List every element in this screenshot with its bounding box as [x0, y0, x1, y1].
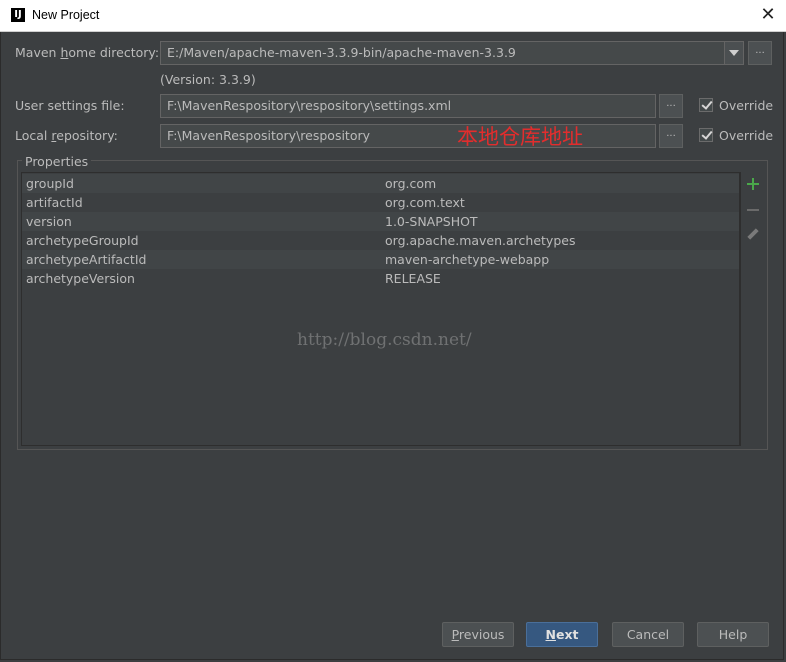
chevron-down-icon[interactable] — [724, 42, 743, 64]
maven-home-browse-button[interactable]: ... — [748, 41, 772, 65]
intellij-app-icon: IJ — [11, 8, 25, 22]
maven-version-text: (Version: 3.3.9) — [160, 72, 256, 87]
window-title: New Project — [32, 8, 100, 22]
property-key: artifactId — [26, 195, 83, 210]
property-key: version — [26, 214, 72, 229]
remove-icon[interactable] — [747, 209, 759, 211]
property-key: archetypeGroupId — [26, 233, 139, 248]
local-repository-label: Local repository: — [15, 128, 118, 143]
property-value: org.apache.maven.archetypes — [385, 233, 576, 248]
table-row[interactable]: version 1.0-SNAPSHOT — [22, 212, 739, 231]
property-value: org.com.text — [385, 195, 465, 210]
table-row[interactable]: groupId org.com — [22, 174, 739, 193]
close-icon[interactable]: ✕ — [760, 6, 776, 24]
property-value: 1.0-SNAPSHOT — [385, 214, 478, 229]
local-repository-value: F:\MavenRespository\respository — [167, 128, 371, 143]
property-key: archetypeArtifactId — [26, 252, 147, 267]
property-value: org.com — [385, 176, 437, 191]
previous-button[interactable]: Previous — [442, 622, 514, 647]
maven-home-value: E:/Maven/apache-maven-3.3.9-bin/apache-m… — [167, 45, 516, 60]
property-value: maven-archetype-webapp — [385, 252, 550, 267]
table-row[interactable]: artifactId org.com.text — [22, 193, 739, 212]
table-row[interactable]: archetypeGroupId org.apache.maven.archet… — [22, 231, 739, 250]
table-row[interactable]: archetypeVersion RELEASE — [22, 269, 739, 288]
edit-icon[interactable] — [747, 228, 759, 240]
maven-home-label: Maven home directory: — [15, 45, 160, 60]
properties-toolbar — [740, 172, 765, 446]
property-key: groupId — [26, 176, 74, 191]
local-repository-override-label: Override — [719, 128, 774, 143]
property-key: archetypeVersion — [26, 271, 135, 286]
user-settings-label: User settings file: — [15, 98, 125, 113]
user-settings-browse-button[interactable]: ... — [659, 94, 683, 118]
maven-home-combobox[interactable]: E:/Maven/apache-maven-3.3.9-bin/apache-m… — [160, 41, 744, 65]
annotation-text: 本地仓库地址 — [457, 125, 583, 149]
property-value: RELEASE — [385, 271, 441, 286]
user-settings-override-label: Override — [719, 98, 774, 113]
local-repository-browse-button[interactable]: ... — [659, 124, 683, 148]
table-row[interactable]: archetypeArtifactId maven-archetype-weba… — [22, 250, 739, 269]
local-repository-override-checkbox[interactable] — [699, 128, 713, 142]
title-bar: IJ New Project ✕ — [0, 0, 786, 32]
add-icon[interactable] — [746, 177, 760, 191]
user-settings-field[interactable]: F:\MavenRespository\respository\settings… — [160, 94, 656, 118]
help-button[interactable]: Help — [697, 622, 769, 647]
user-settings-value: F:\MavenRespository\respository\settings… — [167, 98, 452, 113]
properties-table: groupId org.com artifactId org.com.text … — [21, 172, 740, 446]
watermark-text: http://blog.csdn.net/ — [297, 330, 472, 350]
properties-title: Properties — [22, 154, 92, 169]
user-settings-override-checkbox[interactable] — [699, 98, 713, 112]
next-button[interactable]: Next — [526, 622, 598, 647]
cancel-button[interactable]: Cancel — [612, 622, 684, 647]
